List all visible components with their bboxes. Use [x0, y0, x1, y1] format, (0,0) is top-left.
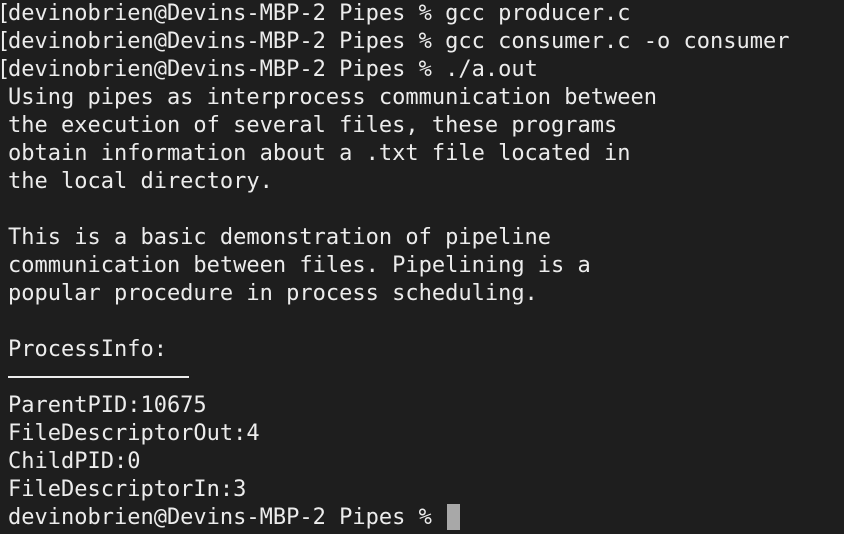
command-text: ./a.out: [445, 57, 538, 82]
active-prompt-line[interactable]: devinobrien@Devins-MBP-2 Pipes %: [0, 504, 844, 532]
prompt: devinobrien@Devins-MBP-2 Pipes %: [8, 505, 446, 530]
process-info-line: FileDescriptorIn:3: [8, 477, 247, 502]
process-info-line: FileDescriptorOut:4: [8, 421, 260, 446]
process-info-line: ChildPID:0: [8, 449, 141, 474]
prompt: devinobrien@Devins-MBP-2 Pipes %: [8, 29, 446, 54]
terminal-window[interactable]: devinobrien@Devins-MBP-2 Pipes % gcc pro…: [0, 0, 844, 534]
process-info-line: ParentPID:10675: [8, 393, 207, 418]
text-cursor[interactable]: [447, 504, 461, 530]
output-line: the local directory.: [8, 169, 273, 194]
command-text: gcc consumer.c -o consumer: [445, 29, 790, 54]
command-line-2: devinobrien@Devins-MBP-2 Pipes % gcc con…: [0, 28, 844, 56]
output-line: the execution of several files, these pr…: [8, 113, 618, 138]
output-line: communication between files. Pipelining …: [8, 253, 591, 278]
prompt: devinobrien@Devins-MBP-2 Pipes %: [8, 1, 446, 26]
command-line-1: devinobrien@Devins-MBP-2 Pipes % gcc pro…: [0, 0, 844, 28]
separator-rule: [8, 376, 189, 378]
output-line: This is a basic demonstration of pipelin…: [8, 225, 552, 250]
command-text: gcc producer.c: [445, 1, 631, 26]
output-line: Using pipes as interprocess communicatio…: [8, 85, 658, 110]
prompt: devinobrien@Devins-MBP-2 Pipes %: [8, 57, 446, 82]
output-line: obtain information about a .txt file loc…: [8, 141, 631, 166]
process-info-header: ProcessInfo:: [8, 337, 167, 362]
output-line: popular procedure in process scheduling.: [8, 281, 538, 306]
command-line-3: devinobrien@Devins-MBP-2 Pipes % ./a.out: [0, 56, 844, 84]
